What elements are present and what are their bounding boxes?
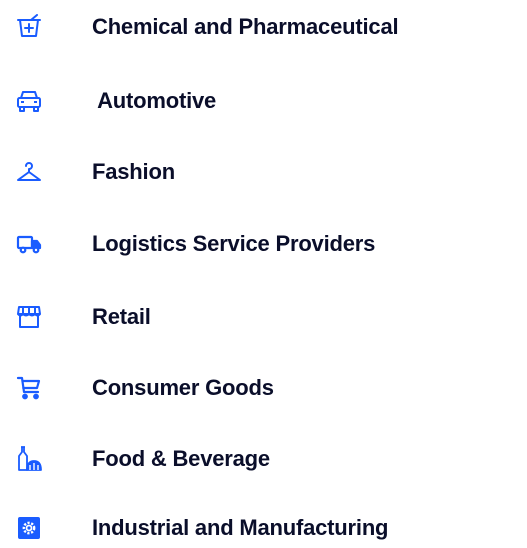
gear-box-icon	[16, 515, 42, 541]
industry-list: Chemical and Pharmaceutical Automotive F…	[0, 0, 527, 545]
industry-item-retail[interactable]: Retail	[0, 297, 527, 337]
industry-label: Consumer Goods	[92, 375, 274, 400]
industry-item-consumer-goods[interactable]: Consumer Goods	[0, 368, 527, 408]
industry-item-chemical-pharmaceutical[interactable]: Chemical and Pharmaceutical	[0, 7, 527, 47]
car-icon	[16, 88, 42, 114]
industry-label: Logistics Service Providers	[92, 231, 376, 256]
hanger-icon	[16, 159, 42, 185]
mortar-pestle-icon	[16, 14, 42, 40]
industry-label: Retail	[92, 304, 151, 329]
storefront-icon	[16, 304, 42, 330]
industry-label: Automotive	[92, 88, 217, 113]
industry-label: Chemical and Pharmaceutical	[92, 14, 399, 39]
industry-label: Industrial and Manufacturing	[92, 515, 389, 540]
bottle-bread-icon	[16, 446, 42, 472]
industry-label: Fashion	[92, 159, 175, 184]
industry-item-automotive[interactable]: Automotive	[0, 81, 527, 121]
industry-item-fashion[interactable]: Fashion	[0, 152, 527, 192]
truck-icon	[16, 231, 42, 257]
industry-label: Food & Beverage	[92, 446, 270, 471]
industry-item-logistics[interactable]: Logistics Service Providers	[0, 224, 527, 264]
industry-item-industrial-manufacturing[interactable]: Industrial and Manufacturing	[0, 508, 527, 548]
shopping-cart-icon	[16, 375, 42, 401]
industry-item-food-beverage[interactable]: Food & Beverage	[0, 439, 527, 479]
